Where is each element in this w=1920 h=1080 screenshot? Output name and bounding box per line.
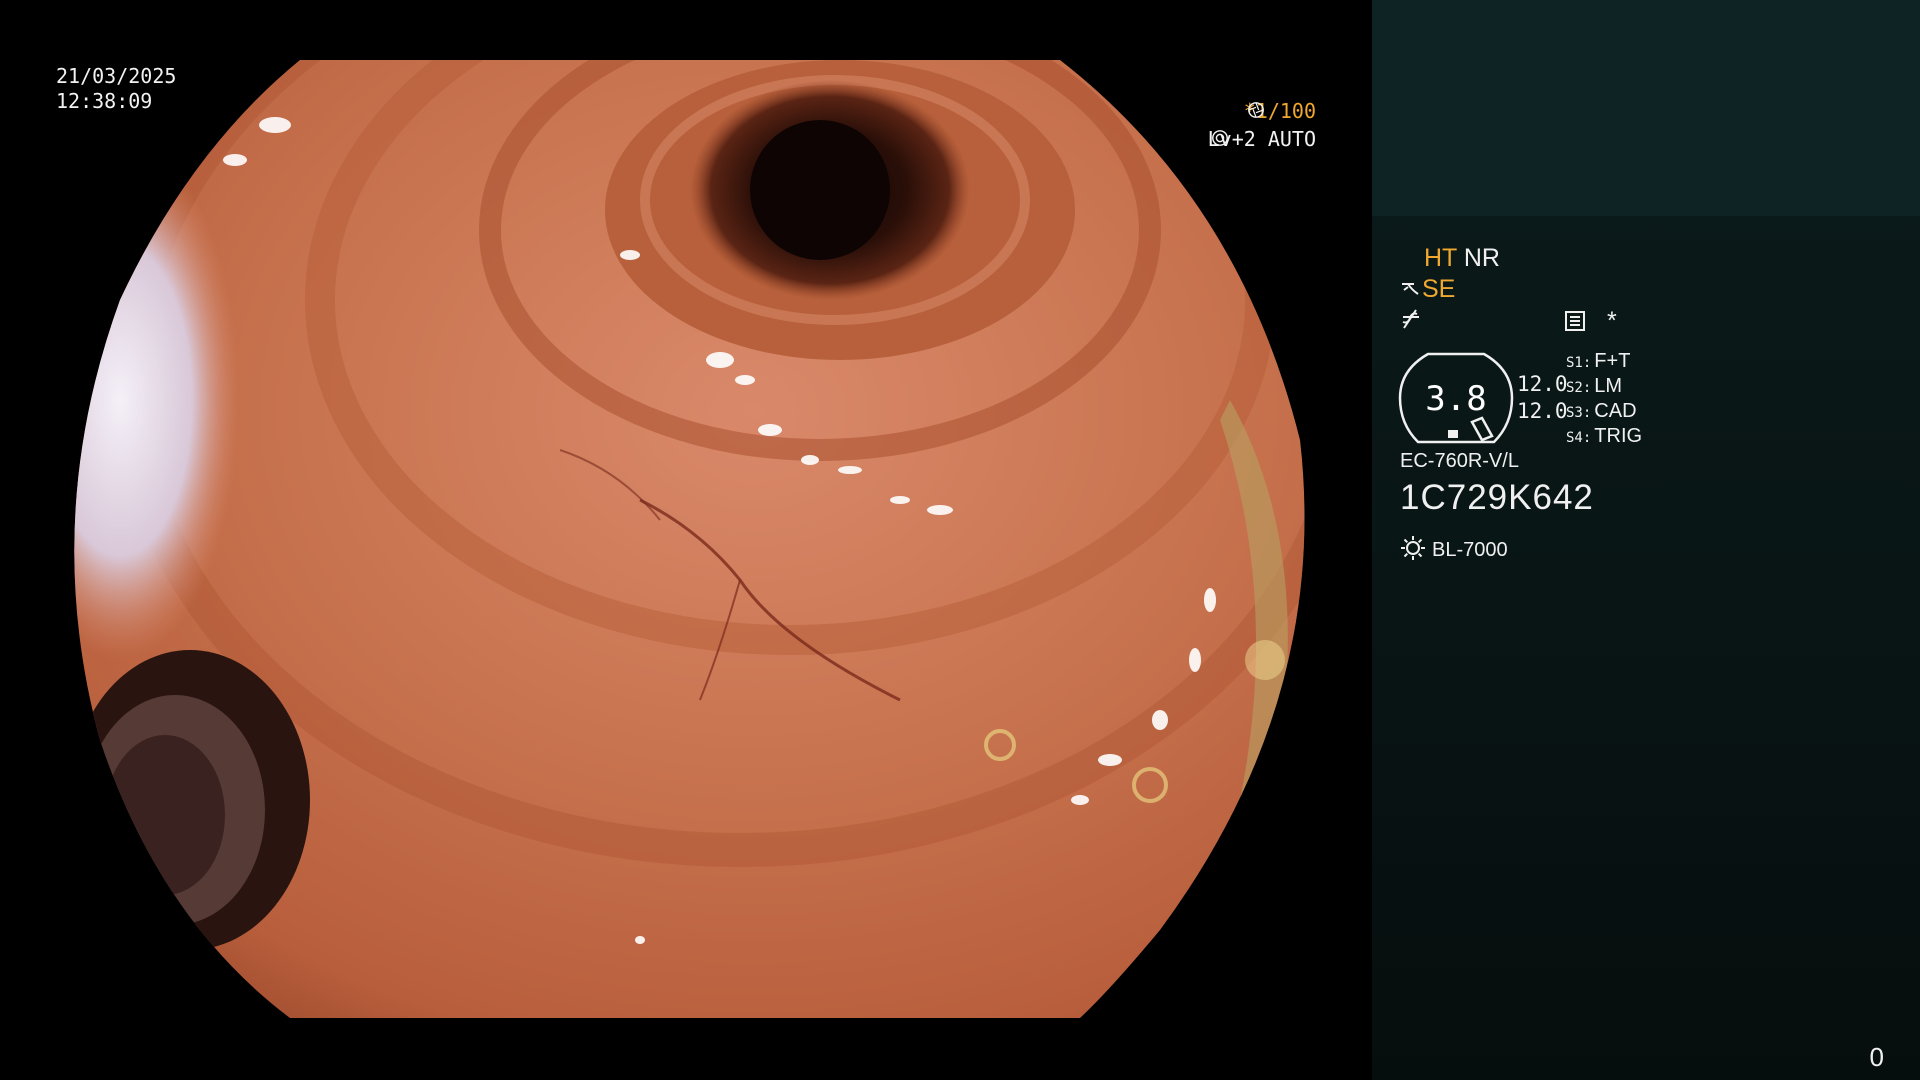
zoom-badge: 3.8: [1398, 352, 1514, 444]
shutter-speed-text: 1/100: [1255, 99, 1316, 123]
switch-row: S1: F+T: [1566, 351, 1630, 371]
time-text: 12:38:09: [56, 89, 153, 113]
se-label: SE: [1422, 275, 1456, 303]
info-panel: HT NR SE * 3.8 12.0 12.0 S1: F+T S2: LM …: [1372, 0, 1920, 1080]
scope-enhancement-icon: [1402, 283, 1419, 295]
switch-value: CAD: [1594, 400, 1637, 422]
switch-row: S4: TRIG: [1566, 426, 1642, 446]
endoscope-view: 21/03/2025 12:38:09 *1/100 Lv+2 AUTO: [0, 0, 1372, 1080]
switch-key: S3:: [1566, 405, 1592, 421]
endoscopy-screen: 21/03/2025 12:38:09 *1/100 Lv+2 AUTO HT …: [0, 0, 1920, 1080]
switch-value: TRIG: [1594, 425, 1643, 447]
switch-row: S2: LM: [1566, 376, 1622, 396]
image-counter: 0: [1869, 1042, 1884, 1072]
brightness-level-readout: Lv+2 AUTO: [1208, 129, 1316, 149]
panel-header-area: [1372, 0, 1920, 216]
switch-key: S1:: [1566, 355, 1592, 371]
asterisk-mark: *: [1606, 307, 1617, 335]
ht-nr-indicator: HT NR: [1424, 246, 1500, 271]
enhancement-icon: [1402, 309, 1419, 329]
ht-label: HT: [1424, 244, 1457, 272]
document-indicator: *: [1564, 309, 1617, 334]
zoom-value: 3.8: [1425, 379, 1487, 419]
gain-value-1: 12.0: [1517, 372, 1568, 396]
switch-key: S2:: [1566, 380, 1592, 396]
switch-key: S4:: [1566, 430, 1592, 446]
date-time-readout: 21/03/2025 12:38:09: [56, 66, 176, 116]
light-source-model: BL-7000: [1432, 539, 1508, 561]
switch-value: LM: [1594, 375, 1623, 397]
scope-model: EC-760R-V/L: [1400, 450, 1519, 472]
enhancement-indicator: [1400, 308, 1422, 335]
switch-value: F+T: [1594, 350, 1631, 372]
shutter-speed-readout: *1/100: [1244, 101, 1316, 121]
scope-serial-number: 1C729K642: [1400, 478, 1594, 517]
gain-value-2: 12.0: [1517, 399, 1568, 423]
endoscopic-image: [74, 60, 1305, 1018]
light-source-icon: [1401, 536, 1425, 560]
se-indicator: SE: [1400, 277, 1455, 302]
auto-mode-icon: [1211, 130, 1228, 146]
document-icon: [1565, 311, 1585, 331]
light-source-readout: BL-7000: [1400, 535, 1508, 561]
aperture-icon: [1247, 102, 1264, 118]
switch-row: S3: CAD: [1566, 401, 1637, 421]
mode-text: AUTO: [1267, 127, 1316, 151]
date-text: 21/03/2025: [56, 64, 177, 88]
nr-label: NR: [1463, 244, 1500, 272]
